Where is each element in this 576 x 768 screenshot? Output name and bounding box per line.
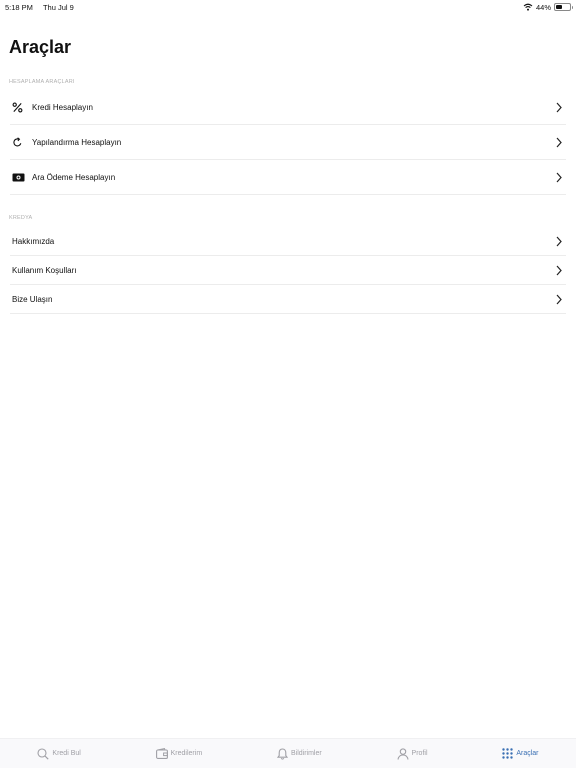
wallet-icon [155, 748, 168, 759]
battery-percent: 44% [535, 2, 551, 12]
chevron-right-icon [554, 136, 564, 148]
tool-item-yapilandirma[interactable]: Yapılandırma Hesaplayın [10, 125, 566, 160]
info-item-bize-ulasin[interactable]: Bize Ulaşın [10, 285, 566, 314]
chevron-right-icon [554, 101, 564, 113]
tab-araclar[interactable]: Araçlar [502, 748, 539, 759]
tab-kredi-bul[interactable]: Kredi Bul [37, 747, 81, 760]
section-header-info: KREDYA [9, 215, 33, 221]
search-icon [37, 747, 50, 760]
person-icon [397, 747, 409, 760]
tool-item-ara-odeme[interactable]: Ara Ödeme Hesaplayın [10, 160, 566, 195]
info-item-label: Bize Ulaşın [12, 294, 53, 304]
chevron-right-icon [554, 293, 564, 305]
refresh-icon [12, 135, 32, 149]
tab-label: Profil [411, 750, 428, 757]
chevron-right-icon [554, 235, 564, 247]
percent-icon [12, 100, 32, 114]
tab-profil[interactable]: Profil [397, 747, 428, 760]
status-time: 5:18 PM [5, 2, 33, 12]
chevron-right-icon [554, 171, 564, 183]
tab-label: Araçlar [516, 750, 539, 757]
status-date: Thu Jul 9 [42, 2, 74, 12]
bell-icon [276, 747, 288, 760]
chevron-right-icon [554, 264, 564, 276]
section-header-tools: HESAPLAMA ARAÇLARI [9, 79, 75, 85]
tab-label: Kredilerim [170, 750, 203, 757]
grid-icon [502, 748, 514, 759]
info-item-hakkimizda[interactable]: Hakkımızda [10, 227, 566, 256]
status-bar: 5:18 PM Thu Jul 9 44% [0, 0, 576, 14]
banknote-icon [12, 170, 32, 184]
tab-label: Kredi Bul [52, 750, 81, 757]
tab-label: Bildirimler [290, 750, 322, 757]
tool-item-label: Kredi Hesaplayın [32, 102, 93, 112]
tab-bar: Kredi Bul Kredilerim Bildirimler Profil [0, 738, 576, 768]
tool-item-label: Ara Ödeme Hesaplayın [32, 172, 116, 182]
page-title: Araçlar [9, 37, 72, 57]
info-item-kullanim-kosullari[interactable]: Kullanım Koşulları [10, 256, 566, 285]
status-right: 44% [523, 2, 573, 12]
tab-kredilerim[interactable]: Kredilerim [155, 748, 203, 759]
tab-bildirimler[interactable]: Bildirimler [276, 747, 322, 760]
battery-fill [556, 5, 562, 9]
tool-item-label: Yapılandırma Hesaplayın [32, 137, 122, 147]
tool-item-kredi[interactable]: Kredi Hesaplayın [10, 90, 566, 125]
info-item-label: Kullanım Koşulları [12, 265, 77, 275]
info-item-label: Hakkımızda [12, 236, 55, 246]
wifi-icon [523, 3, 533, 11]
battery-icon [554, 3, 573, 11]
